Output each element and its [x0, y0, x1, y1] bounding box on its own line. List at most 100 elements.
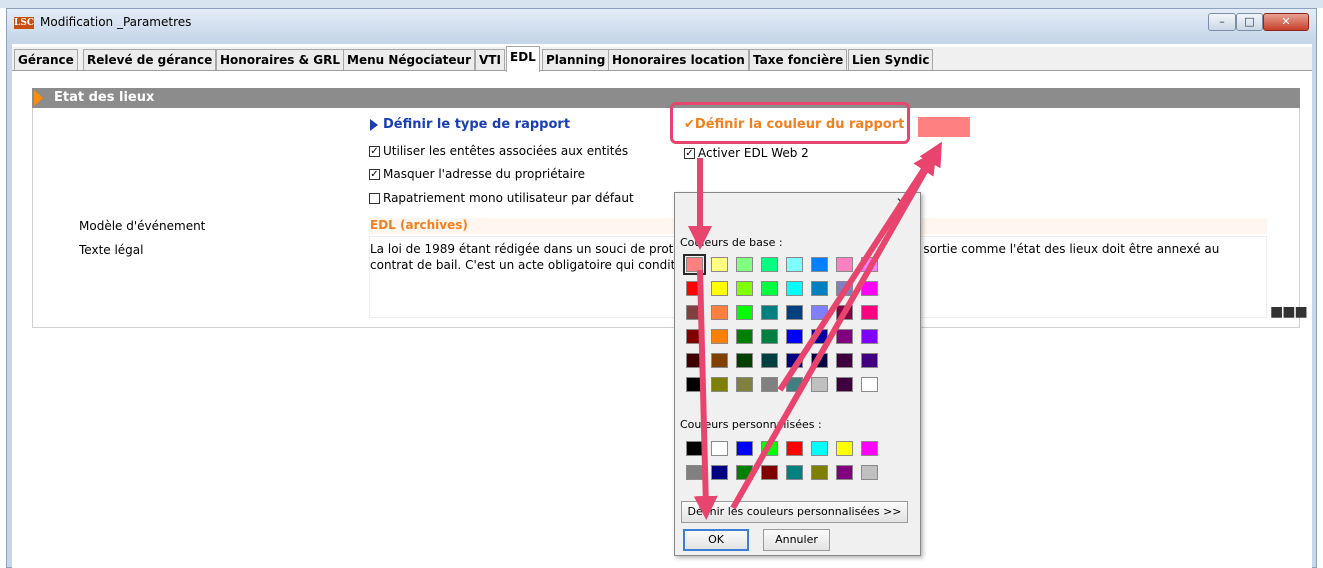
basic-color-swatch[interactable]: [686, 305, 703, 320]
maximize-icon: □: [1244, 15, 1255, 28]
basic-color-swatch[interactable]: [736, 329, 753, 344]
basic-color-swatch[interactable]: [811, 257, 828, 272]
basic-color-swatch[interactable]: [736, 377, 753, 392]
maximize-button[interactable]: □: [1236, 13, 1263, 31]
basic-color-swatch[interactable]: [686, 353, 703, 368]
basic-color-swatch[interactable]: [811, 329, 828, 344]
tab-honoraires-grl[interactable]: Honoraires & GRL: [216, 49, 344, 70]
dialog-close-icon[interactable]: ✕: [896, 195, 906, 209]
modele-evenement-label: Modèle d'événement: [79, 219, 206, 233]
hide-owner-address-label: Masquer l'adresse du propriétaire: [383, 167, 586, 181]
tab-taxe-fonciere[interactable]: Taxe foncière: [749, 49, 848, 70]
cancel-button[interactable]: Annuler: [763, 529, 830, 551]
basic-color-swatch[interactable]: [683, 254, 706, 275]
basic-color-swatch[interactable]: [761, 281, 778, 296]
basic-color-swatch[interactable]: [711, 329, 728, 344]
window-title: Modification _Parametres: [40, 15, 192, 29]
minimize-button[interactable]: –: [1208, 13, 1236, 31]
close-icon: ✕: [1281, 15, 1291, 28]
basic-color-swatch[interactable]: [836, 281, 853, 296]
tab-vti[interactable]: VTI: [475, 49, 505, 70]
section-title: Etat des lieux: [54, 90, 155, 105]
close-button[interactable]: ✕: [1263, 13, 1309, 31]
custom-color-swatch[interactable]: [686, 465, 703, 480]
activate-edl-web2-checkbox[interactable]: ✓: [684, 148, 695, 159]
custom-color-swatch[interactable]: [811, 441, 828, 456]
basic-color-swatch[interactable]: [686, 329, 703, 344]
basic-color-swatch[interactable]: [736, 281, 753, 296]
basic-color-swatch[interactable]: [811, 377, 828, 392]
basic-color-swatch[interactable]: [786, 329, 803, 344]
basic-color-swatch[interactable]: [761, 329, 778, 344]
tab-menu-negociateur[interactable]: Menu Négociateur: [343, 49, 476, 70]
use-entity-headers-checkbox[interactable]: ✓: [369, 146, 380, 157]
basic-color-swatch[interactable]: [786, 353, 803, 368]
custom-color-swatch[interactable]: [861, 441, 878, 456]
basic-color-swatch[interactable]: [786, 257, 803, 272]
report-color-swatch[interactable]: [918, 117, 970, 137]
custom-color-swatch[interactable]: [736, 465, 753, 480]
hide-owner-address-checkbox[interactable]: ✓: [369, 169, 380, 180]
custom-color-swatch[interactable]: [711, 465, 728, 480]
basic-color-swatch[interactable]: [836, 353, 853, 368]
tab-planning[interactable]: Planning: [542, 49, 610, 70]
basic-color-swatch[interactable]: [836, 305, 853, 320]
tab-honoraires-location[interactable]: Honoraires location: [608, 49, 749, 70]
basic-color-swatch[interactable]: [711, 305, 728, 320]
custom-color-swatch[interactable]: [811, 465, 828, 480]
basic-color-swatch[interactable]: [761, 257, 778, 272]
more-button[interactable]: ■■■: [1270, 304, 1308, 320]
title-bar[interactable]: [7, 9, 1316, 37]
define-report-type-link[interactable]: Définir le type de rapport: [383, 117, 570, 132]
collapse-arrow-icon[interactable]: [34, 90, 43, 106]
basic-color-swatch[interactable]: [711, 257, 728, 272]
custom-color-swatch[interactable]: [836, 441, 853, 456]
basic-color-swatch[interactable]: [736, 257, 753, 272]
define-custom-colors-button[interactable]: Définir les couleurs personnalisées >>: [681, 501, 908, 523]
basic-color-swatch[interactable]: [736, 305, 753, 320]
basic-color-swatch[interactable]: [836, 329, 853, 344]
custom-color-swatch[interactable]: [686, 441, 703, 456]
basic-color-swatch[interactable]: [811, 281, 828, 296]
tab-lien-syndic[interactable]: Lien Syndic: [848, 49, 934, 70]
basic-color-swatch[interactable]: [686, 377, 703, 392]
custom-color-swatch[interactable]: [711, 441, 728, 456]
basic-color-swatch[interactable]: [786, 281, 803, 296]
define-report-color-link[interactable]: ✔Définir la couleur du rapport: [684, 117, 904, 132]
custom-color-swatch[interactable]: [786, 441, 803, 456]
tab-gerance[interactable]: Gérance: [14, 49, 78, 70]
basic-color-swatch[interactable]: [861, 353, 878, 368]
basic-color-swatch[interactable]: [786, 305, 803, 320]
ok-button[interactable]: OK: [683, 529, 749, 551]
basic-color-swatch[interactable]: [836, 257, 853, 272]
section-header[interactable]: [32, 88, 1300, 108]
mono-user-default-checkbox[interactable]: [369, 193, 380, 204]
custom-color-swatch[interactable]: [861, 465, 878, 480]
basic-color-swatch[interactable]: [811, 353, 828, 368]
tab-releve-de-gerance[interactable]: Relevé de gérance: [83, 49, 217, 70]
basic-color-swatch[interactable]: [736, 353, 753, 368]
basic-color-swatch[interactable]: [861, 377, 878, 392]
custom-color-swatch[interactable]: [736, 441, 753, 456]
custom-color-swatch[interactable]: [761, 465, 778, 480]
basic-color-swatch[interactable]: [861, 257, 878, 272]
activate-edl-web2-label: Activer EDL Web 2: [698, 146, 809, 160]
basic-color-swatch[interactable]: [711, 377, 728, 392]
minimize-icon: –: [1219, 15, 1225, 28]
basic-color-swatch[interactable]: [811, 305, 828, 320]
basic-color-swatch[interactable]: [711, 353, 728, 368]
basic-color-swatch[interactable]: [861, 305, 878, 320]
custom-color-swatch[interactable]: [761, 441, 778, 456]
basic-color-swatch[interactable]: [836, 377, 853, 392]
custom-color-swatch[interactable]: [786, 465, 803, 480]
basic-color-swatch[interactable]: [761, 377, 778, 392]
basic-color-swatch[interactable]: [761, 353, 778, 368]
basic-color-swatch[interactable]: [786, 377, 803, 392]
custom-color-swatch[interactable]: [836, 465, 853, 480]
basic-color-swatch[interactable]: [861, 329, 878, 344]
tab-edl[interactable]: EDL: [506, 46, 540, 72]
basic-color-swatch[interactable]: [761, 305, 778, 320]
basic-color-swatch[interactable]: [686, 281, 703, 296]
basic-color-swatch[interactable]: [711, 281, 728, 296]
basic-color-swatch[interactable]: [861, 281, 878, 296]
